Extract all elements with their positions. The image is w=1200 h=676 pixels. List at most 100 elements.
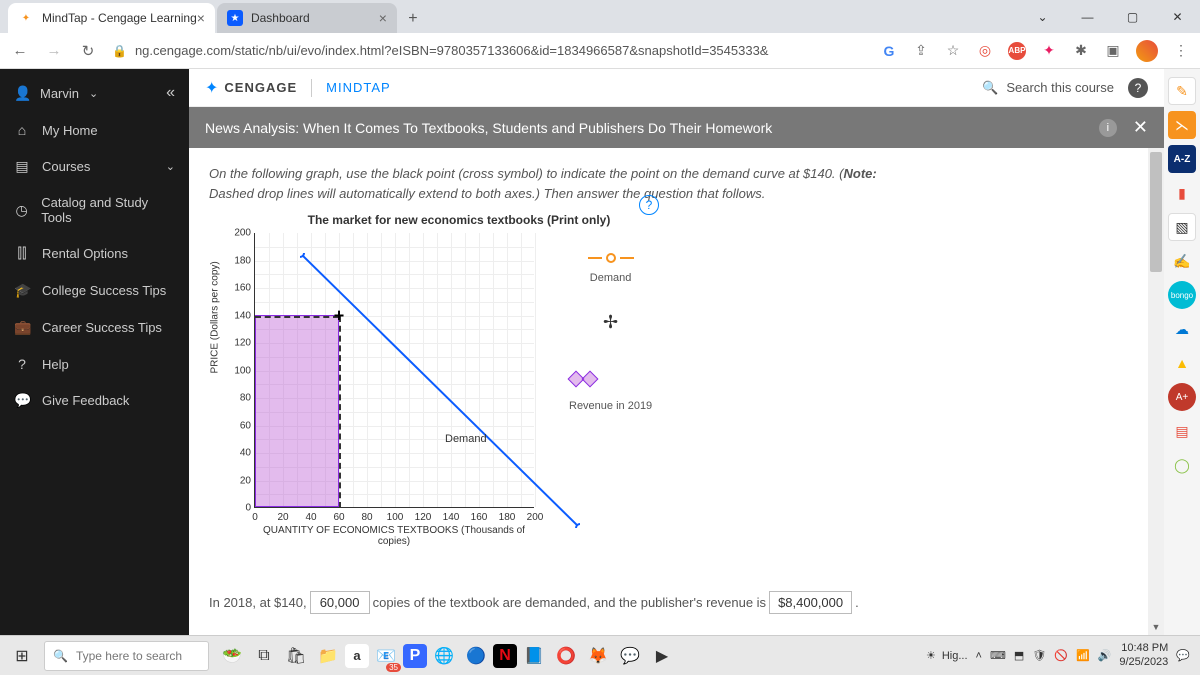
browser-tab-2[interactable]: ★ Dashboard × (217, 3, 397, 33)
window-close[interactable]: ✕ (1155, 0, 1200, 33)
kebab-menu-icon[interactable]: ⋮ (1172, 42, 1190, 60)
plot-area[interactable]: 0 20 40 60 80 100 120 140 160 180 200 0 … (254, 233, 534, 508)
window-dropdown[interactable]: ⌄ (1020, 0, 1065, 33)
start-button[interactable]: ⊞ (2, 636, 42, 676)
grad-cap-icon: 🎓 (14, 282, 30, 299)
compass-icon: ◷ (14, 202, 29, 219)
sidebar-item-rental[interactable]: ⫿⫿Rental Options (0, 235, 189, 272)
tb-media-icon[interactable]: ▶ (647, 638, 677, 674)
rail-onedrive-icon[interactable]: ☁ (1168, 315, 1196, 343)
rail-draw-icon[interactable]: ✍ (1168, 247, 1196, 275)
diamond-marker-icon (569, 373, 597, 388)
cengage-logo[interactable]: ✦ CENGAGE MINDTAP (205, 78, 391, 98)
tb-edge-icon[interactable]: 🔵 (461, 638, 491, 674)
sidebar-item-career[interactable]: 💼Career Success Tips (0, 309, 189, 346)
rail-book-icon[interactable]: ▮ (1168, 179, 1196, 207)
search-course[interactable]: 🔍 Search this course (982, 80, 1114, 96)
tray-app-icon[interactable]: ⬒ (1014, 649, 1024, 662)
tb-amazon-icon[interactable]: a (345, 644, 369, 668)
logo-mark-icon: ✦ (205, 78, 218, 98)
graph-help-icon[interactable]: ? (639, 195, 659, 215)
tab-close-2[interactable]: × (379, 10, 387, 26)
answer-sentence: In 2018, at $140, 60,000 copies of the t… (209, 591, 1144, 614)
tray-clock[interactable]: 10:48 PM 9/25/2023 (1119, 642, 1168, 668)
tb-taskview-icon[interactable]: ⧉ (249, 638, 279, 674)
browser-tab-1[interactable]: ✦ MindTap - Cengage Learning × (8, 3, 215, 33)
scroll-thumb[interactable] (1150, 152, 1162, 272)
collapse-sidebar-icon[interactable]: « (166, 84, 175, 102)
scroll-down-icon[interactable]: ▼ (1148, 619, 1164, 635)
tb-cortana-icon[interactable]: ⭕ (551, 638, 581, 674)
tb-chrome-icon[interactable]: 🌐 (429, 638, 459, 674)
tb-discord-icon[interactable]: 💬 (615, 638, 645, 674)
tb-firefox-icon[interactable]: 🦊 (583, 638, 613, 674)
tb-word-icon[interactable]: 📘 (519, 638, 549, 674)
tab-favicon-2: ★ (227, 10, 243, 26)
google-icon[interactable]: G (880, 42, 898, 60)
taskbar: ⊞ 🔍 Type here to search 🥗 ⧉ 🛍 📁 a 📧35 P … (0, 635, 1200, 675)
help-button[interactable]: ? (1128, 78, 1148, 98)
close-icon[interactable]: ✕ (1133, 117, 1148, 138)
sidebar-item-catalog[interactable]: ◷Catalog and Study Tools (0, 185, 189, 235)
tab-close-1[interactable]: × (197, 10, 205, 26)
tray-wifi-icon[interactable]: 📶 (1076, 649, 1090, 662)
tray-chevron-icon[interactable]: ˄ (976, 650, 982, 662)
window-minimize[interactable]: — (1065, 0, 1110, 33)
sidebar-item-home[interactable]: ⌂My Home (0, 112, 189, 148)
content-scrollbar[interactable]: ▲ ▼ (1148, 148, 1164, 635)
rail-notes-icon[interactable]: ▤ (1168, 417, 1196, 445)
tb-pandora-icon[interactable]: P (403, 644, 427, 668)
nav-forward[interactable]: → (44, 42, 64, 59)
rail-aplus-icon[interactable]: A+ (1168, 383, 1196, 411)
sidebar-item-feedback[interactable]: 💬Give Feedback (0, 382, 189, 419)
rail-circle-icon[interactable]: ◯ (1168, 451, 1196, 479)
tb-mail-icon[interactable]: 📧35 (371, 638, 401, 674)
nav-back[interactable]: ← (10, 42, 30, 59)
tb-salad-icon[interactable]: 🥗 (217, 638, 247, 674)
new-tab-button[interactable]: + (399, 5, 427, 33)
info-icon[interactable]: i (1099, 119, 1117, 137)
answer-rev-input[interactable]: $8,400,000 (769, 591, 852, 614)
tab-title-2: Dashboard (251, 11, 310, 25)
address-bar[interactable]: 🔒 ng.cengage.com/static/nb/ui/evo/index.… (112, 43, 866, 58)
rail-bongo-icon[interactable]: bongo (1168, 281, 1196, 309)
rail-az-icon[interactable]: A-Z (1168, 145, 1196, 173)
tray-shield-icon[interactable]: 🛡 (1032, 649, 1046, 662)
share-icon[interactable]: ⇪ (912, 42, 930, 60)
legend-revenue[interactable]: Revenue in 2019 (569, 373, 652, 412)
extension-icon[interactable]: ✦ (1040, 42, 1058, 60)
abp-icon[interactable]: ABP (1008, 42, 1026, 60)
sidebar-item-help[interactable]: ?Help (0, 346, 189, 382)
home-icon: ⌂ (14, 122, 30, 138)
puzzle-icon[interactable]: ✱ (1072, 42, 1090, 60)
legend-cross[interactable]: ✢ (569, 312, 652, 333)
sidebar-item-college[interactable]: 🎓College Success Tips (0, 272, 189, 309)
tray-volume-icon[interactable]: 🔊 (1098, 649, 1112, 662)
legend-demand[interactable]: Demand (569, 253, 652, 284)
bookmark-star-icon[interactable]: ☆ (944, 42, 962, 60)
tray-block-icon[interactable]: 🚫 (1054, 649, 1068, 662)
taskbar-search[interactable]: 🔍 Type here to search (44, 641, 209, 671)
weather-widget[interactable]: ☀ Hig... (926, 649, 968, 662)
tray-notifications-icon[interactable]: 💬 (1176, 649, 1190, 662)
tray-keyboard-icon[interactable]: ⌨ (990, 649, 1006, 662)
rail-flashcard-icon[interactable]: ▧ (1168, 213, 1196, 241)
tb-explorer-icon[interactable]: 📁 (313, 638, 343, 674)
answer-qty-input[interactable]: 60,000 (310, 591, 370, 614)
user-dropdown-icon[interactable]: ⌄ (89, 87, 98, 100)
tb-store-icon[interactable]: 🛍 (281, 638, 311, 674)
drop-line-v (339, 316, 341, 509)
chart-title: The market for new economics textbooks (… (249, 213, 669, 227)
window-maximize[interactable]: ▢ (1110, 0, 1155, 33)
sidebar-item-courses[interactable]: ▤Courses⌄ (0, 148, 189, 185)
profile-avatar[interactable] (1136, 40, 1158, 62)
rail-pencil-icon[interactable]: ✎ (1168, 77, 1196, 105)
chart-legend: Demand ✢ Revenue in 2019 (569, 253, 652, 440)
nav-reload[interactable]: ↻ (78, 42, 98, 60)
shield-icon[interactable]: ◎ (976, 42, 994, 60)
rail-drive-icon[interactable]: ▲ (1168, 349, 1196, 377)
reading-list-icon[interactable]: ▣ (1104, 42, 1122, 60)
cross-point[interactable]: + (334, 305, 345, 326)
rail-rss-icon[interactable]: ⋋ (1168, 111, 1196, 139)
tb-netflix-icon[interactable]: N (493, 644, 517, 668)
